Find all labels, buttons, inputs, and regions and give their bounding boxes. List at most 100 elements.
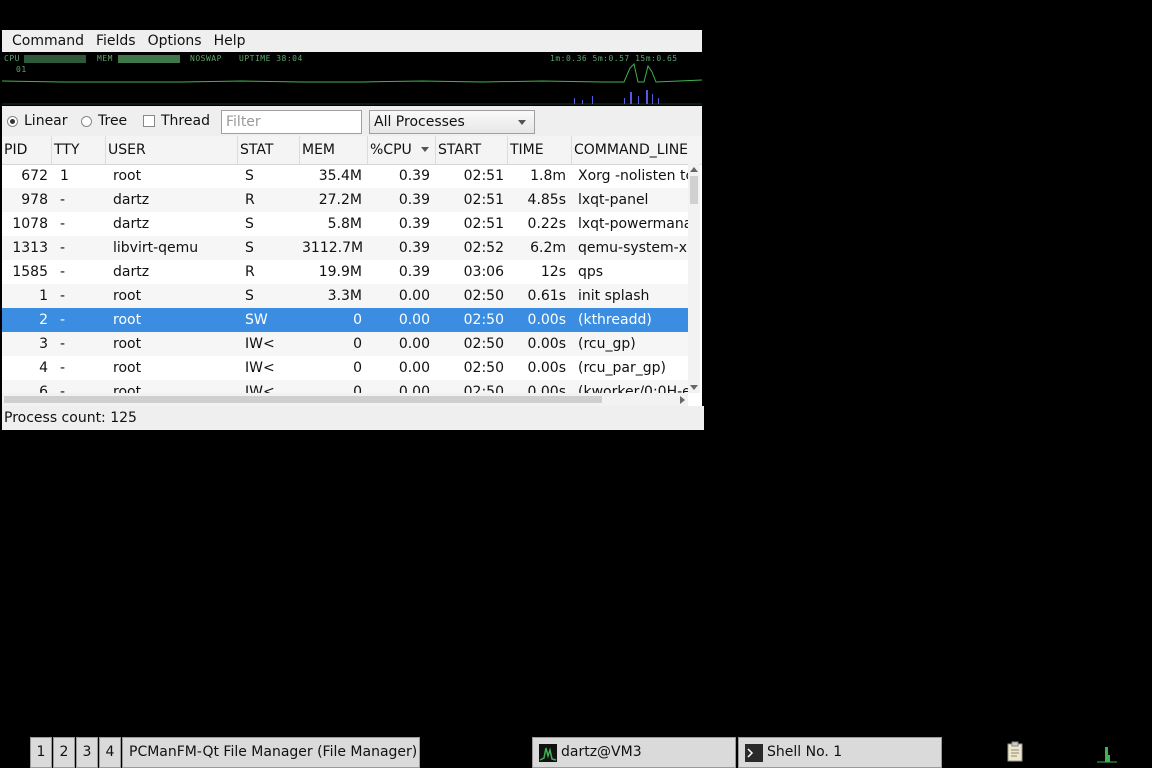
cell-command-line: lxqt-panel xyxy=(578,192,649,208)
cell-time: 0.00s xyxy=(527,336,566,352)
scroll-right-icon[interactable] xyxy=(680,396,685,404)
cell-command-line: (kworker/0:0H-events_highpri) xyxy=(578,384,688,393)
task-shell[interactable]: Shell No. 1 xyxy=(738,737,942,768)
cell-user: dartz xyxy=(113,216,150,232)
filter-input[interactable] xyxy=(221,110,362,134)
cell-pid: 6 xyxy=(39,384,48,393)
cell-pid: 1313 xyxy=(12,240,48,256)
cell-command-line: init splash xyxy=(578,288,650,304)
cell-command-line: qemu-system-x86_64 xyxy=(578,240,688,256)
system-monitor-graph: CPU 01 MEM NOSWAP UPTIME 38:04 1m:0.36 5… xyxy=(2,52,702,106)
cell-cpu: 0.00 xyxy=(398,288,430,304)
table-row[interactable]: 3- root IW< 0 0.00 02:50 0.00s (rcu_gp) xyxy=(2,332,688,356)
cell-mem: 0 xyxy=(353,360,362,376)
radio-unchecked-icon[interactable] xyxy=(81,115,92,127)
cell-mem: 19.9M xyxy=(318,264,362,280)
cell-user: dartz xyxy=(113,264,150,280)
cell-mem: 0 xyxy=(353,312,362,328)
task-file-manager[interactable]: PCManFM-Qt File Manager (File Manager) xyxy=(122,737,420,768)
vertical-scrollbar[interactable] xyxy=(688,164,700,393)
cell-tty: 1 xyxy=(60,168,69,184)
cell-stat: S xyxy=(245,216,254,232)
cell-mem: 5.8M xyxy=(327,216,362,232)
cell-mem: 27.2M xyxy=(318,192,362,208)
table-row[interactable]: 1585- dartz R 19.9M 0.39 03:06 12s qps xyxy=(2,260,688,284)
cell-tty: - xyxy=(60,192,66,208)
menubar: Command Fields Options Help xyxy=(2,30,702,52)
column-header-cpu[interactable]: %CPU xyxy=(368,136,436,164)
cell-command-line: (rcu_gp) xyxy=(578,336,636,352)
cell-user: root xyxy=(113,312,142,328)
cell-command-line: (rcu_par_gp) xyxy=(578,360,666,376)
table-row[interactable]: 1- root S 3.3M 0.00 02:50 0.61s init splash xyxy=(2,284,688,308)
cell-start: 02:50 xyxy=(463,336,504,352)
cell-cpu: 0.39 xyxy=(398,168,430,184)
table-row[interactable]: 1313- libvirt-qemu S 3112.7M 0.39 02:52 6.2m qe… xyxy=(2,236,688,260)
scroll-up-icon[interactable] xyxy=(690,167,698,172)
desktop-4-button[interactable]: 4 xyxy=(99,737,121,768)
cell-start: 02:51 xyxy=(463,168,504,184)
hscroll-thumb[interactable] xyxy=(4,396,602,403)
cell-pid: 3 xyxy=(39,336,48,352)
cell-user: root xyxy=(113,384,142,393)
column-header-mem[interactable]: MEM xyxy=(300,136,368,164)
desktop-1-button[interactable]: 1 xyxy=(30,737,52,768)
cpu-percent: 01 xyxy=(16,65,27,74)
cell-command-line: qps xyxy=(578,264,604,280)
cell-start: 02:51 xyxy=(463,192,504,208)
swap-label: NOSWAP xyxy=(190,54,222,63)
process-filter-select[interactable]: All Processes xyxy=(369,110,535,134)
taskbar: 1 2 3 4 PCManFM-Qt File Manager (File Ma… xyxy=(0,737,1152,768)
tree-radio[interactable]: Tree xyxy=(81,111,127,131)
cell-mem: 0 xyxy=(353,336,362,352)
cell-start: 02:52 xyxy=(463,240,504,256)
table-row[interactable]: 1078- dartz S 5.8M 0.39 02:51 0.22s lxqt-powerm… xyxy=(2,212,688,236)
column-header-command-line[interactable]: COMMAND_LINE xyxy=(572,136,702,164)
cell-time: 12s xyxy=(540,264,566,280)
column-header-tty[interactable]: TTY xyxy=(52,136,106,164)
table-row[interactable]: 2- root SW 0 0.00 02:50 0.00s (kthreadd) xyxy=(2,308,688,332)
menu-help[interactable]: Help xyxy=(208,30,252,52)
scroll-down-icon[interactable] xyxy=(690,385,698,390)
linear-label: Linear xyxy=(24,113,68,129)
column-header-start[interactable]: START xyxy=(436,136,508,164)
task-qps-label: dartz@VM3 xyxy=(561,744,642,760)
terminal-icon xyxy=(745,743,763,762)
horizontal-scrollbar[interactable] xyxy=(2,393,688,406)
cell-pid: 4 xyxy=(39,360,48,376)
table-row[interactable]: 978- dartz R 27.2M 0.39 02:51 4.85s lxqt-panel xyxy=(2,188,688,212)
chevron-down-icon xyxy=(518,120,526,125)
cell-stat: R xyxy=(245,192,255,208)
cell-tty: - xyxy=(60,264,66,280)
column-header-user[interactable]: USER xyxy=(106,136,238,164)
menu-fields[interactable]: Fields xyxy=(90,30,142,52)
cell-pid: 2 xyxy=(39,312,48,328)
cell-tty: - xyxy=(60,360,66,376)
column-header-stat[interactable]: STAT xyxy=(238,136,300,164)
cell-user: root xyxy=(113,168,142,184)
column-header-pid[interactable]: PID xyxy=(2,136,52,164)
cell-user: root xyxy=(113,360,142,376)
cell-tty: - xyxy=(60,336,66,352)
menu-command[interactable]: Command xyxy=(6,30,90,52)
menu-options[interactable]: Options xyxy=(142,30,208,52)
task-shell-label: Shell No. 1 xyxy=(767,744,843,760)
cell-stat: S xyxy=(245,240,254,256)
clipboard-icon[interactable] xyxy=(1004,741,1026,763)
table-row[interactable]: 4- root IW< 0 0.00 02:50 0.00s (rcu_par_gp) xyxy=(2,356,688,380)
linear-radio[interactable]: Linear xyxy=(7,111,68,131)
thread-checkbox[interactable]: Thread xyxy=(143,111,210,131)
column-header-time[interactable]: TIME xyxy=(508,136,572,164)
table-row[interactable]: 6 - root IW< 0 0.00 02:50 0.00s (kworker/0:0H-ev… xyxy=(2,380,688,393)
table-row[interactable]: 672 1 root S 35.4M 0.39 02:51 1.8m Xorg -noliste… xyxy=(2,164,688,188)
checkbox-icon[interactable] xyxy=(143,115,155,127)
cell-cpu: 0.39 xyxy=(398,192,430,208)
task-qps[interactable]: dartz@VM3 xyxy=(532,737,736,768)
radio-checked-icon[interactable] xyxy=(7,115,18,127)
cell-cpu: 0.00 xyxy=(398,360,430,376)
qps-window: Command Fields Options Help CPU 01 MEM N… xyxy=(2,30,704,430)
desktop-2-button[interactable]: 2 xyxy=(53,737,75,768)
desktop-3-button[interactable]: 3 xyxy=(76,737,98,768)
scroll-thumb[interactable] xyxy=(690,176,698,204)
cpu-monitor-icon[interactable] xyxy=(1096,741,1118,763)
